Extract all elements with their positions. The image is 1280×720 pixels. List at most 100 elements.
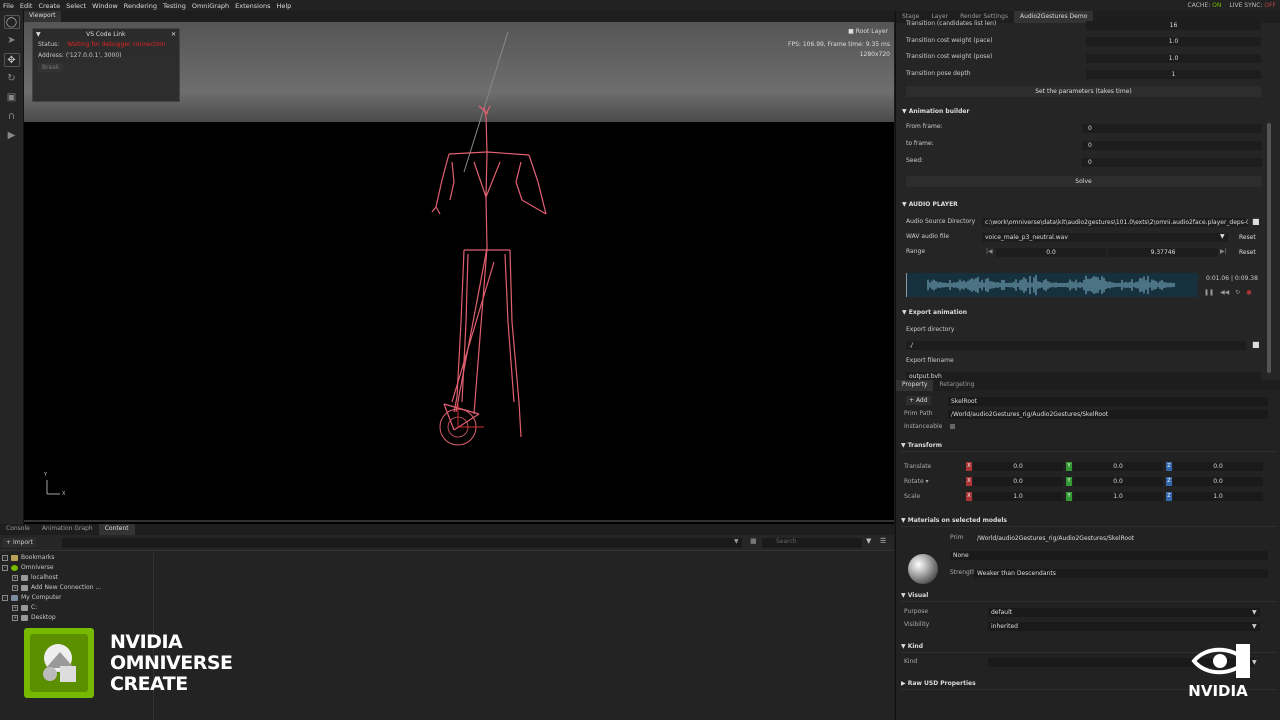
scale-z-field[interactable]: 1.0 xyxy=(1173,492,1263,501)
tree-item-omniverse[interactable]: - Omniverse xyxy=(2,563,152,573)
tree-item-desktop[interactable]: + Desktop xyxy=(2,613,152,623)
to-frame-field[interactable]: 0 xyxy=(1082,141,1262,150)
menu-omnigraph[interactable]: OmniGraph xyxy=(189,2,232,10)
export-dir-field[interactable]: ./ xyxy=(906,341,1246,350)
seed-field[interactable]: 0 xyxy=(1082,158,1262,167)
expand-icon[interactable]: + xyxy=(12,585,18,591)
range-reset-button[interactable]: Reset xyxy=(1239,249,1256,256)
range-start-field[interactable]: 0.0 xyxy=(996,248,1106,257)
materials-header[interactable]: ▼ Materials on selected models xyxy=(901,515,1276,527)
folder-icon[interactable]: ■ xyxy=(1252,217,1260,226)
chevron-down-icon[interactable]: ▼ xyxy=(1252,609,1257,616)
menu-create[interactable]: Create xyxy=(35,2,63,10)
folder-icon[interactable]: ■ xyxy=(1252,340,1260,349)
rotate-y-field[interactable]: 0.0 xyxy=(1073,477,1163,486)
move-tool-icon[interactable]: ✥ xyxy=(3,53,20,67)
set-parameters-button[interactable]: Set the parameters (takes time) xyxy=(906,86,1261,97)
bookmark-icon[interactable]: ■ xyxy=(750,537,757,545)
audio-waveform[interactable] xyxy=(906,273,1198,297)
visual-header[interactable]: ▼ Visual xyxy=(901,590,1276,602)
menu-testing[interactable]: Testing xyxy=(160,2,189,10)
instanceable-checkbox[interactable] xyxy=(950,424,955,429)
range-end-handle-icon[interactable]: ▶| xyxy=(1220,248,1227,255)
scrollbar[interactable] xyxy=(1267,123,1271,373)
param-cost-pace-field[interactable]: 1.0 xyxy=(1086,37,1261,46)
menu-rendering[interactable]: Rendering xyxy=(121,2,160,10)
scale-y-field[interactable]: 1.0 xyxy=(1073,492,1163,501)
play-icon[interactable]: ▶ xyxy=(4,129,20,143)
loop-icon[interactable]: ↻ xyxy=(1235,289,1240,296)
menu-extensions[interactable]: Extensions xyxy=(232,2,273,10)
expand-icon[interactable]: - xyxy=(2,565,8,571)
expand-icon[interactable]: + xyxy=(12,605,18,611)
expand-icon[interactable]: - xyxy=(2,595,8,601)
rotate-z-field[interactable]: 0.0 xyxy=(1173,477,1263,486)
translate-y-field[interactable]: 0.0 xyxy=(1073,462,1163,471)
root-layer-indicator[interactable]: ■ Root Layer xyxy=(848,28,888,35)
param-pose-depth-field[interactable]: 1 xyxy=(1086,70,1261,79)
chevron-down-icon[interactable]: ▼ xyxy=(1220,233,1225,240)
visibility-dropdown[interactable]: inherited xyxy=(988,622,1260,631)
search-input[interactable]: Search xyxy=(762,538,862,548)
viewport[interactable]: ▼ VS Code Link ✕ Status: Waiting for deb… xyxy=(24,22,894,524)
range-end-field[interactable]: 9.37746 xyxy=(1108,248,1218,257)
expand-icon[interactable]: + xyxy=(12,575,18,581)
path-field[interactable] xyxy=(62,538,742,548)
livesync-status[interactable]: LIVE SYNC: OFF xyxy=(1229,2,1276,9)
strength-dropdown[interactable]: Weaker than Descendants xyxy=(974,569,1268,578)
wav-reset-button[interactable]: Reset xyxy=(1239,234,1256,241)
menu-icon[interactable]: ☰ xyxy=(880,537,886,545)
solve-button[interactable]: Solve xyxy=(906,176,1261,187)
transform-header[interactable]: ▼ Transform xyxy=(901,440,1276,452)
tab-retargeting[interactable]: Retargeting xyxy=(933,380,980,391)
menu-file[interactable]: File xyxy=(0,2,17,10)
audio-dir-field[interactable]: c:\work\omniverse\data\kit\audio2gesture… xyxy=(982,218,1248,227)
tab-console[interactable]: Console xyxy=(0,524,36,535)
purpose-dropdown[interactable]: default xyxy=(988,608,1260,617)
add-button[interactable]: + Add xyxy=(906,396,931,405)
menu-edit[interactable]: Edit xyxy=(17,2,36,10)
tree-item-c-drive[interactable]: + C: xyxy=(2,603,152,613)
expand-icon[interactable]: + xyxy=(12,615,18,621)
translate-x-field[interactable]: 0.0 xyxy=(973,462,1063,471)
wav-file-dropdown[interactable]: voice_male_p3_neutral.wav xyxy=(982,233,1228,242)
select-tool-icon[interactable]: ◯ xyxy=(3,15,20,29)
translate-z-field[interactable]: 0.0 xyxy=(1173,462,1263,471)
vscode-link-header[interactable]: ▼ VS Code Link ✕ xyxy=(33,29,179,39)
prim-path-field[interactable]: /World/audio2Gestures_rig/Audio2Gestures… xyxy=(948,410,1268,419)
param-cost-pose-field[interactable]: 1.0 xyxy=(1086,54,1261,63)
break-button[interactable]: Break xyxy=(38,63,64,72)
expand-icon[interactable]: - xyxy=(2,555,8,561)
tree-item-bookmarks[interactable]: - Bookmarks xyxy=(2,553,152,563)
tab-property[interactable]: Property xyxy=(896,380,934,391)
rotate-tool-icon[interactable]: ↻ xyxy=(4,72,20,86)
param-transition-candidates-field[interactable]: 16 xyxy=(1086,21,1261,30)
record-icon[interactable]: ● xyxy=(1246,289,1251,296)
prim-name-field[interactable]: SkelRoot xyxy=(948,397,1268,406)
tree-item-add-connection[interactable]: + Add New Connection ... xyxy=(2,583,152,593)
tab-audio2gestures-demo[interactable]: Audio2Gestures Demo xyxy=(1013,11,1094,23)
menu-window[interactable]: Window xyxy=(89,2,121,10)
tab-animation-graph[interactable]: Animation Graph xyxy=(36,524,99,535)
scale-tool-icon[interactable]: ▣ xyxy=(4,91,20,105)
range-start-handle-icon[interactable]: |◀ xyxy=(986,248,993,255)
filter-icon[interactable]: ▼ xyxy=(866,537,871,545)
material-dropdown[interactable]: None xyxy=(950,551,1268,560)
from-frame-field[interactable]: 0 xyxy=(1082,124,1262,133)
rewind-icon[interactable]: ◀◀ xyxy=(1220,289,1229,296)
cache-status[interactable]: CACHE: ON xyxy=(1188,2,1222,9)
tree-item-localhost[interactable]: + localhost xyxy=(2,573,152,583)
export-animation-header[interactable]: ▼ Export animation xyxy=(902,307,1267,319)
close-icon[interactable]: ✕ xyxy=(171,31,176,38)
pointer-tool-icon[interactable]: ➤ xyxy=(4,34,20,48)
tab-viewport[interactable]: Viewport xyxy=(24,11,61,22)
tab-content[interactable]: Content xyxy=(98,524,135,535)
menu-help[interactable]: Help xyxy=(273,2,294,10)
chevron-down-icon[interactable]: ▼ xyxy=(1252,623,1257,630)
tree-item-my-computer[interactable]: - My Computer xyxy=(2,593,152,603)
snap-tool-icon[interactable]: ∩ xyxy=(4,110,20,124)
rotate-x-field[interactable]: 0.0 xyxy=(973,477,1063,486)
import-button[interactable]: + Import xyxy=(3,538,36,547)
audio-player-header[interactable]: ▼ AUDIO PLAYER xyxy=(902,199,1267,211)
menu-select[interactable]: Select xyxy=(63,2,89,10)
